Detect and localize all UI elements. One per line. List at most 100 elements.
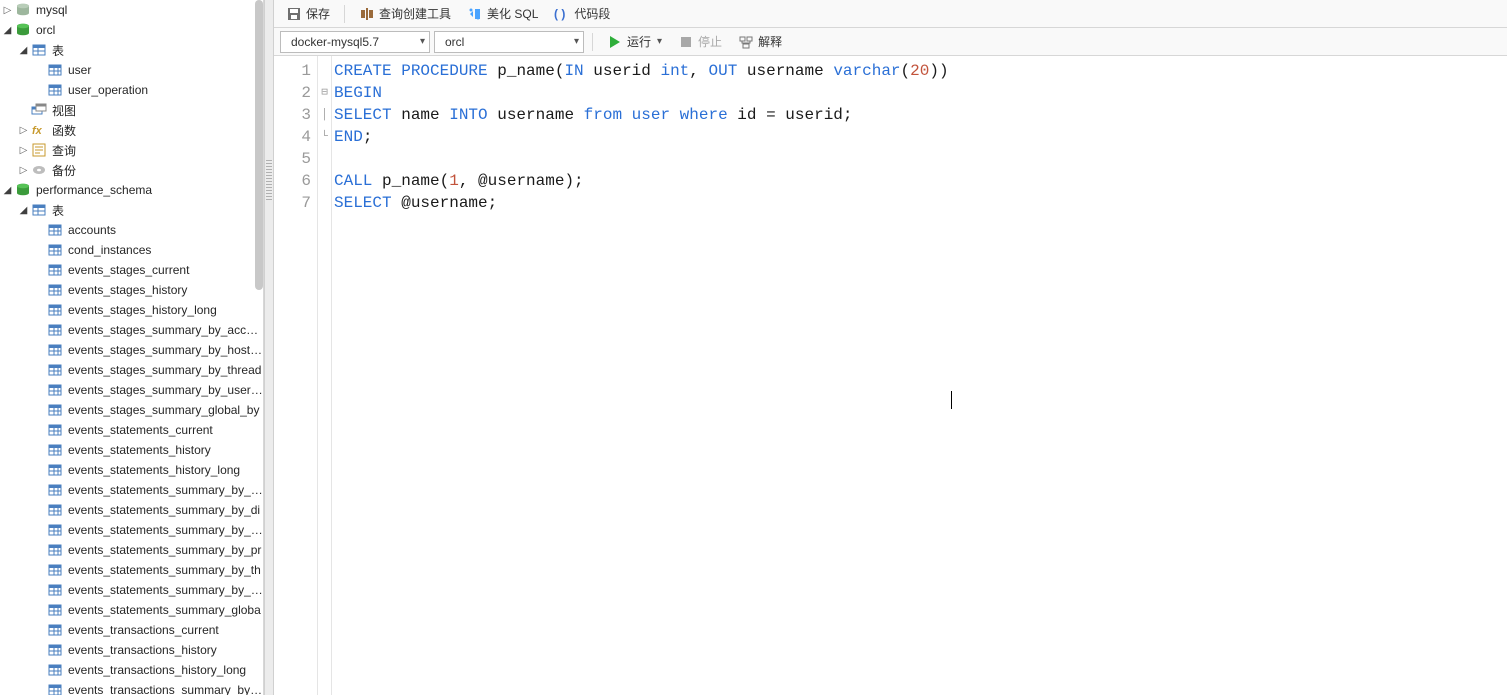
database-icon xyxy=(14,22,32,38)
fold-gutter[interactable]: ⊟│└ xyxy=(318,56,332,695)
tree-item[interactable]: events_statements_current xyxy=(0,420,263,440)
tree-item-label: 表 xyxy=(52,202,263,219)
connection-dropdown[interactable]: docker-mysql5.7 ▾ xyxy=(280,31,430,53)
tree-item[interactable]: events_statements_history_long xyxy=(0,460,263,480)
tree-item[interactable]: ◢表 xyxy=(0,40,263,60)
object-tree-sidebar: ▷mysql◢orcl◢表useruser_operation视图▷fx函数▷查… xyxy=(0,0,264,695)
tree-item[interactable]: ◢表 xyxy=(0,200,263,220)
tree-item[interactable]: events_statements_summary_by_us xyxy=(0,580,263,600)
tree-item[interactable]: events_stages_summary_by_thread xyxy=(0,360,263,380)
toggle-placeholder xyxy=(34,525,45,536)
table-icon xyxy=(46,642,64,658)
play-icon xyxy=(607,34,623,50)
tree-item[interactable]: events_stages_summary_by_user_b xyxy=(0,380,263,400)
collapse-icon[interactable]: ◢ xyxy=(2,185,13,196)
tree-item[interactable]: ▷ 查询 xyxy=(0,140,263,160)
toggle-placeholder xyxy=(34,385,45,396)
tree-item[interactable]: events_stages_history xyxy=(0,280,263,300)
tree-item[interactable]: events_statements_history xyxy=(0,440,263,460)
splitter[interactable] xyxy=(264,0,274,695)
tree-item[interactable]: ◢ performance_schema xyxy=(0,180,263,200)
tree-item[interactable]: events_transactions_current xyxy=(0,620,263,640)
tree-item-label: 表 xyxy=(52,42,263,59)
expand-icon[interactable]: ▷ xyxy=(18,145,29,156)
code-line[interactable] xyxy=(334,148,949,170)
code-line[interactable]: SELECT name INTO username from user wher… xyxy=(334,104,949,126)
tree-item-label: events_statements_summary_by_ho xyxy=(68,523,263,537)
table-icon xyxy=(46,82,64,98)
code-line[interactable]: END; xyxy=(334,126,949,148)
table-icon xyxy=(46,522,64,538)
fold-guide xyxy=(318,192,331,214)
collapse-icon[interactable]: ◢ xyxy=(2,25,13,36)
toolbar-primary: 保存 查询创建工具 美化 SQL ( ) 代码段 xyxy=(274,0,1507,28)
tree-item[interactable]: events_transactions_summary_by_a xyxy=(0,680,263,695)
save-icon xyxy=(286,6,302,22)
tree-item[interactable]: accounts xyxy=(0,220,263,240)
svg-text:( ): ( ) xyxy=(554,7,565,21)
stop-label: 停止 xyxy=(698,33,722,50)
fold-guide: │ xyxy=(318,104,331,126)
tree-item[interactable]: events_stages_summary_by_host_by xyxy=(0,340,263,360)
tree-item[interactable]: events_transactions_history_long xyxy=(0,660,263,680)
fold-toggle-icon[interactable]: ⊟ xyxy=(318,82,331,104)
tree-item-label: performance_schema xyxy=(36,183,263,197)
table-icon xyxy=(46,262,64,278)
toggle-placeholder xyxy=(34,285,45,296)
chevron-down-icon: ▾ xyxy=(657,36,662,47)
tree-item[interactable]: ◢orcl xyxy=(0,20,263,40)
table-icon xyxy=(46,222,64,238)
sql-editor[interactable]: 1234567 ⊟│└ CREATE PROCEDURE p_name(IN u… xyxy=(274,56,1507,695)
object-tree[interactable]: ▷mysql◢orcl◢表useruser_operation视图▷fx函数▷查… xyxy=(0,0,263,695)
tree-item[interactable]: ▷备份 xyxy=(0,160,263,180)
table-icon xyxy=(46,342,64,358)
database-value: orcl xyxy=(445,35,464,49)
code-line[interactable]: SELECT @username; xyxy=(334,192,949,214)
code-line[interactable]: CREATE PROCEDURE p_name(IN userid int, O… xyxy=(334,60,949,82)
explain-button[interactable]: 解释 xyxy=(732,31,788,53)
tree-item-label: events_stages_history_long xyxy=(68,303,263,317)
expand-icon[interactable]: ▷ xyxy=(18,165,29,176)
sidebar-scrollbar[interactable] xyxy=(255,0,263,290)
code-line[interactable]: CALL p_name(1, @username); xyxy=(334,170,949,192)
tree-item[interactable]: cond_instances xyxy=(0,240,263,260)
tree-item[interactable]: events_statements_summary_globa xyxy=(0,600,263,620)
tree-item[interactable]: events_stages_current xyxy=(0,260,263,280)
tree-item[interactable]: events_statements_summary_by_th xyxy=(0,560,263,580)
tree-item[interactable]: events_statements_summary_by_di xyxy=(0,500,263,520)
tree-item[interactable]: events_statements_summary_by_ho xyxy=(0,520,263,540)
tree-item[interactable]: events_stages_history_long xyxy=(0,300,263,320)
query-builder-button[interactable]: 查询创建工具 xyxy=(353,3,457,25)
toggle-placeholder xyxy=(34,485,45,496)
tree-item[interactable]: ▷mysql xyxy=(0,0,263,20)
tree-item[interactable]: events_transactions_history xyxy=(0,640,263,660)
save-button[interactable]: 保存 xyxy=(280,3,336,25)
collapse-icon[interactable]: ◢ xyxy=(18,45,29,56)
tree-item-label: events_transactions_history xyxy=(68,643,263,657)
table-icon xyxy=(46,282,64,298)
collapse-icon[interactable]: ◢ xyxy=(18,205,29,216)
tree-item[interactable]: events_stages_summary_by_account xyxy=(0,320,263,340)
tree-item-label: cond_instances xyxy=(68,243,263,257)
tree-item-label: 查询 xyxy=(52,142,263,159)
code-line[interactable]: BEGIN xyxy=(334,82,949,104)
tree-item[interactable]: user_operation xyxy=(0,80,263,100)
code-snippet-button[interactable]: ( ) 代码段 xyxy=(548,3,616,25)
table-icon xyxy=(46,322,64,338)
table-icon xyxy=(46,442,64,458)
run-button[interactable]: 运行 ▾ xyxy=(601,31,668,53)
database-dropdown[interactable]: orcl ▾ xyxy=(434,31,584,53)
tree-item[interactable]: user xyxy=(0,60,263,80)
toggle-placeholder xyxy=(34,65,45,76)
tree-item[interactable]: events_statements_summary_by_pr xyxy=(0,540,263,560)
beautify-sql-button[interactable]: 美化 SQL xyxy=(461,3,544,25)
expand-icon[interactable]: ▷ xyxy=(2,5,13,16)
tree-item[interactable]: events_stages_summary_global_by xyxy=(0,400,263,420)
table-icon xyxy=(46,462,64,478)
tree-item[interactable]: events_statements_summary_by_ac xyxy=(0,480,263,500)
tree-item[interactable]: ▷fx函数 xyxy=(0,120,263,140)
expand-icon[interactable]: ▷ xyxy=(18,125,29,136)
code-area[interactable]: CREATE PROCEDURE p_name(IN userid int, O… xyxy=(332,56,949,695)
tree-item-label: events_statements_summary_globa xyxy=(68,603,263,617)
tree-item[interactable]: 视图 xyxy=(0,100,263,120)
